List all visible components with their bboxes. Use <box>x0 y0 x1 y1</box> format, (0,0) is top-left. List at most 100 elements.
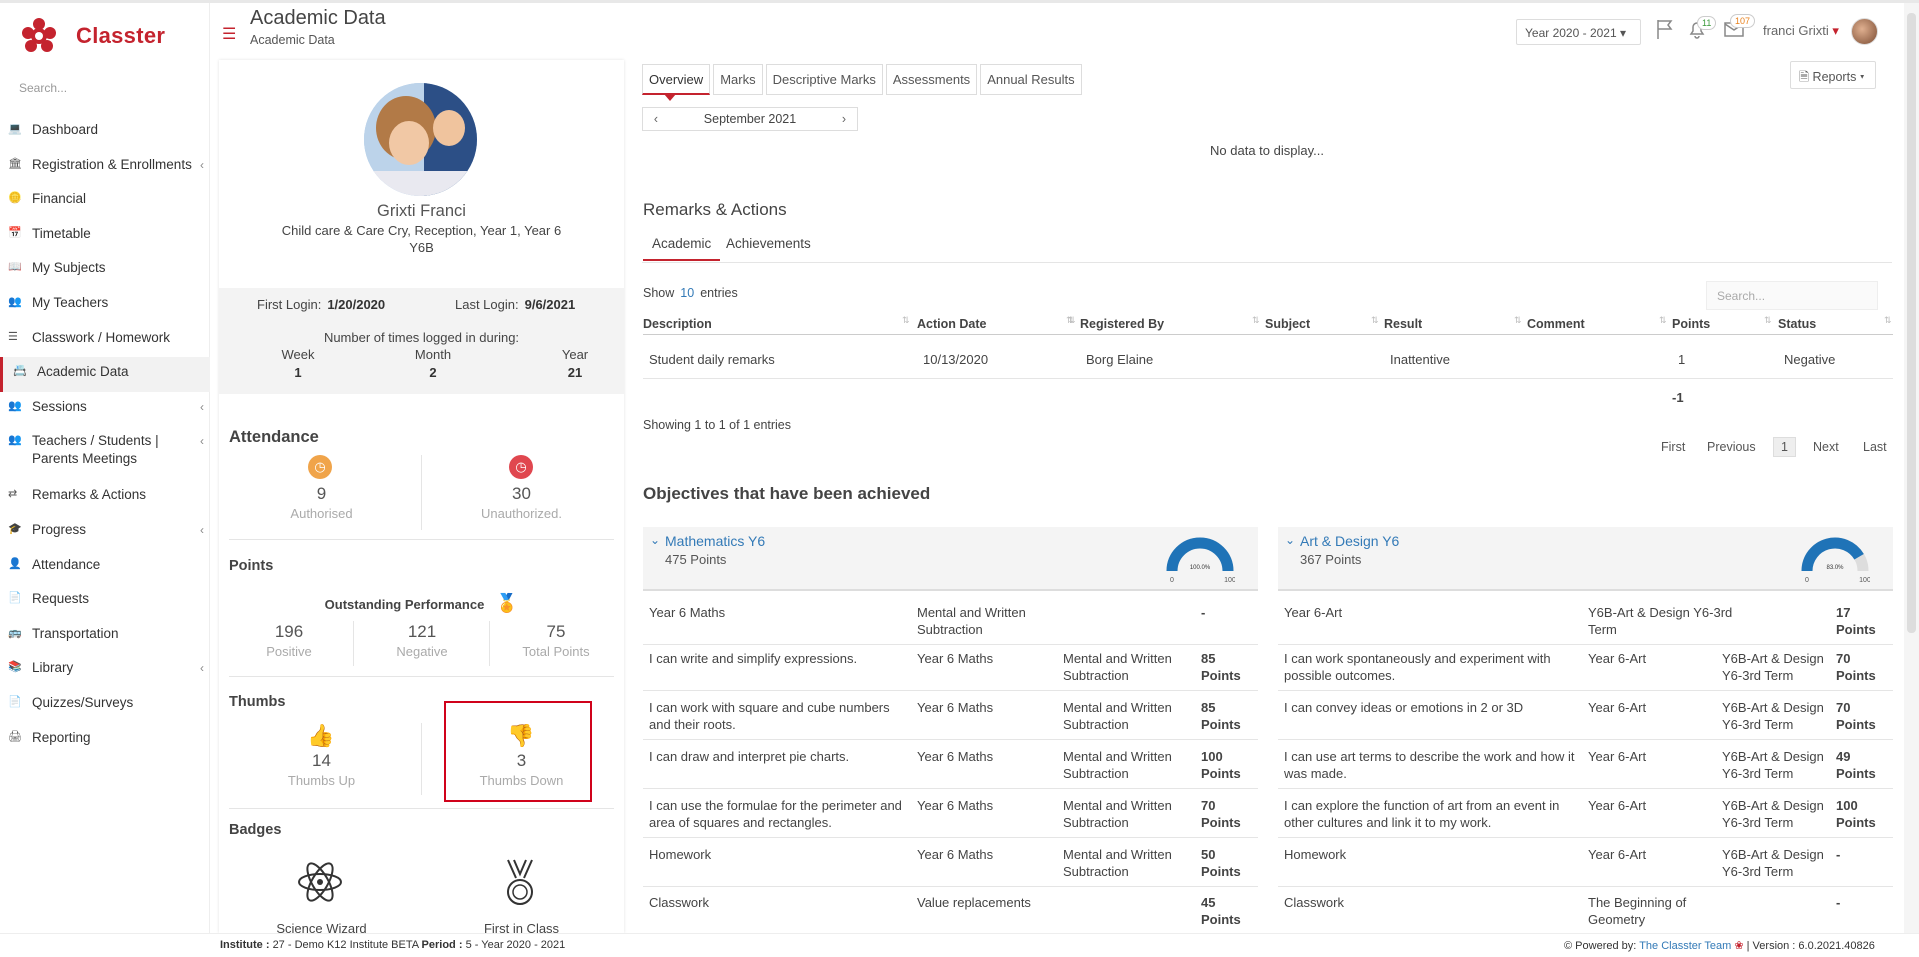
subject-name[interactable]: Mathematics Y6 <box>665 533 765 549</box>
sort-icon[interactable]: ⇅ <box>1514 315 1522 326</box>
pager-first[interactable]: First <box>1661 440 1685 454</box>
chevron-down-icon[interactable]: ⌄ <box>1285 533 1295 547</box>
sidebar-item-requests[interactable]: 📄 Requests <box>0 584 210 619</box>
subtab-achievements[interactable]: Achievements <box>726 236 811 251</box>
chevron-left-icon[interactable]: ‹ <box>643 112 669 126</box>
sidebar-item-my-subjects[interactable]: 📖 My Subjects <box>0 253 210 288</box>
objective-cell: 70 Points <box>1836 651 1876 683</box>
unauthorized-stat: 30 Unauthorized. <box>459 484 584 521</box>
classter-team-link[interactable]: The Classter Team <box>1639 940 1731 952</box>
pager-last[interactable]: Last <box>1863 440 1887 454</box>
table-search-input[interactable]: Search... <box>1706 281 1878 310</box>
sort-icon[interactable]: ⇅ <box>1252 315 1260 326</box>
pager-next[interactable]: Next <box>1813 440 1839 454</box>
classter-logo-icon <box>22 17 56 52</box>
sidebar-item-quizzes-surveys[interactable]: 📄 Quizzes/Surveys <box>0 688 210 723</box>
gauge-min: 0 <box>1805 577 1809 584</box>
chevron-left-icon: ‹ <box>200 399 204 414</box>
objective-cell: Year 6 Maths <box>917 700 994 715</box>
sidebar-item-reporting[interactable]: 🖨 Reporting <box>0 723 210 758</box>
sidebar-item-dashboard[interactable]: 💻 Dashboard <box>0 115 210 150</box>
column-header-action-date[interactable]: Action Date <box>917 317 986 331</box>
user-menu[interactable]: franci Grixti ▾ <box>1763 23 1839 39</box>
objective-cell: Y6B-Art & Design Y6-3rd Term <box>1722 798 1824 830</box>
sidebar-item-teachers-students-parents-meetings[interactable]: 👥 Teachers / Students | Parents Meetings ‹ <box>0 426 210 480</box>
column-header-subject[interactable]: Subject <box>1265 317 1310 331</box>
objective-cell: I can use art terms to describe the work… <box>1284 749 1575 781</box>
sort-icon[interactable]: ⇅ <box>1659 315 1667 326</box>
subject-name[interactable]: Art & Design Y6 <box>1300 533 1399 549</box>
reports-button[interactable]: 🗎 Reports ▾ <box>1790 61 1876 89</box>
sort-icon[interactable]: ⇅ <box>1884 315 1892 326</box>
scrollbar[interactable] <box>1904 3 1919 933</box>
objective-cell: I can write and simplify expressions. <box>649 651 858 666</box>
subject-card[interactable]: ⌄ Mathematics Y6 475 Points 100.0% 0 100 <box>643 527 1258 591</box>
pager-previous[interactable]: Previous <box>1707 440 1756 454</box>
entries-count-select[interactable]: 10 <box>680 286 694 300</box>
gauge-value: 100.0% <box>1190 565 1211 571</box>
logo[interactable]: Classter <box>19 13 165 58</box>
badges-title: Badges <box>229 822 282 838</box>
objective-cell: I can use the formulae for the perimeter… <box>649 798 902 830</box>
objective-cell: Homework <box>1284 847 1347 862</box>
caret-down-icon: ▾ <box>1832 23 1839 38</box>
pager-1[interactable]: 1 <box>1773 437 1796 457</box>
sort-icon[interactable]: ⇅ <box>1371 315 1379 326</box>
column-header-comment[interactable]: Comment <box>1527 317 1585 331</box>
year-select[interactable]: Year 2020 - 2021 ▾ <box>1516 19 1641 45</box>
sort-icon[interactable]: ⇅ <box>1764 315 1772 326</box>
sort-icon[interactable]: ⇅ <box>1068 315 1076 326</box>
flag-icon[interactable] <box>1654 18 1676 40</box>
last-login: Last Login: 9/6/2021 <box>455 297 575 312</box>
total-points-stat: 75 Total Points <box>506 622 606 659</box>
positive-value: 196 <box>274 622 304 641</box>
subtab-academic[interactable]: Academic <box>643 236 721 261</box>
chevron-down-icon[interactable]: ⌄ <box>650 533 660 547</box>
file-icon: 📄 <box>8 695 22 708</box>
sidebar-item-registration-enrollments[interactable]: 🏛 Registration & Enrollments ‹ <box>0 150 210 185</box>
sidebar-item-library[interactable]: 📚 Library ‹ <box>0 653 210 688</box>
sidebar-item-my-teachers[interactable]: 👥 My Teachers <box>0 288 210 323</box>
sort-icon[interactable]: ⇅ <box>902 315 910 326</box>
tab-marks[interactable]: Marks <box>713 64 763 95</box>
sidebar-item-label: Progress <box>32 521 87 537</box>
column-header-description[interactable]: Description <box>643 317 712 331</box>
sidebar-search-input[interactable]: Search... <box>19 81 67 95</box>
sidebar-item-label: Sessions <box>32 398 87 414</box>
report-icon: 🗎 <box>1799 70 1810 84</box>
sidebar-item-label: Attendance <box>32 556 101 572</box>
student-group: Y6B <box>409 240 434 255</box>
tab-overview[interactable]: Overview <box>642 64 711 95</box>
column-header-registered-by[interactable]: Registered By <box>1080 317 1164 331</box>
authorised-value: 9 <box>316 484 327 503</box>
sidebar-item-academic-data[interactable]: 📇 Academic Data <box>0 357 210 392</box>
scrollbar-thumb[interactable] <box>1907 13 1916 633</box>
avatar[interactable] <box>1851 18 1878 45</box>
subject-card[interactable]: ⌄ Art & Design Y6 367 Points 83.0% 0 100 <box>1278 527 1893 591</box>
objective-row-divider <box>643 690 1258 691</box>
tab-annual-results[interactable]: Annual Results <box>980 64 1082 95</box>
list-icon: ☰ <box>8 330 18 343</box>
column-header-result[interactable]: Result <box>1384 317 1422 331</box>
points-title: Points <box>229 558 274 574</box>
column-header-points[interactable]: Points <box>1672 317 1710 331</box>
hamburger-menu-icon[interactable]: ☰ <box>222 24 236 44</box>
sidebar-item-progress[interactable]: 🎓 Progress ‹ <box>0 515 210 550</box>
sidebar-item-transportation[interactable]: 🚌 Transportation <box>0 619 210 654</box>
sidebar-item-sessions[interactable]: 👥 Sessions ‹ <box>0 392 210 427</box>
chevron-right-icon[interactable]: › <box>831 112 857 126</box>
column-header-status[interactable]: Status <box>1778 317 1816 331</box>
footer-institute: Institute : 27 - Demo K12 Institute BETA… <box>220 939 565 951</box>
sidebar-item-timetable[interactable]: 📅 Timetable <box>0 219 210 254</box>
cell-date: 10/13/2020 <box>923 352 989 367</box>
sidebar-item-financial[interactable]: 🪙 Financial <box>0 184 210 219</box>
tab-assessments[interactable]: Assessments <box>885 64 978 95</box>
objective-row-divider <box>643 739 1258 740</box>
tab-descriptive-marks[interactable]: Descriptive Marks <box>765 64 883 95</box>
sidebar-item-attendance[interactable]: 👤 Attendance <box>0 550 210 585</box>
sidebar-item-remarks-actions[interactable]: ⇄ Remarks & Actions <box>0 480 210 515</box>
sidebar-item-classwork-homework[interactable]: ☰ Classwork / Homework <box>0 323 210 358</box>
objective-cell: Year 6 Maths <box>917 798 994 813</box>
objective-cell: Mental and Written Subtraction <box>1063 798 1172 830</box>
week-stat: Week 1 <box>258 347 338 380</box>
